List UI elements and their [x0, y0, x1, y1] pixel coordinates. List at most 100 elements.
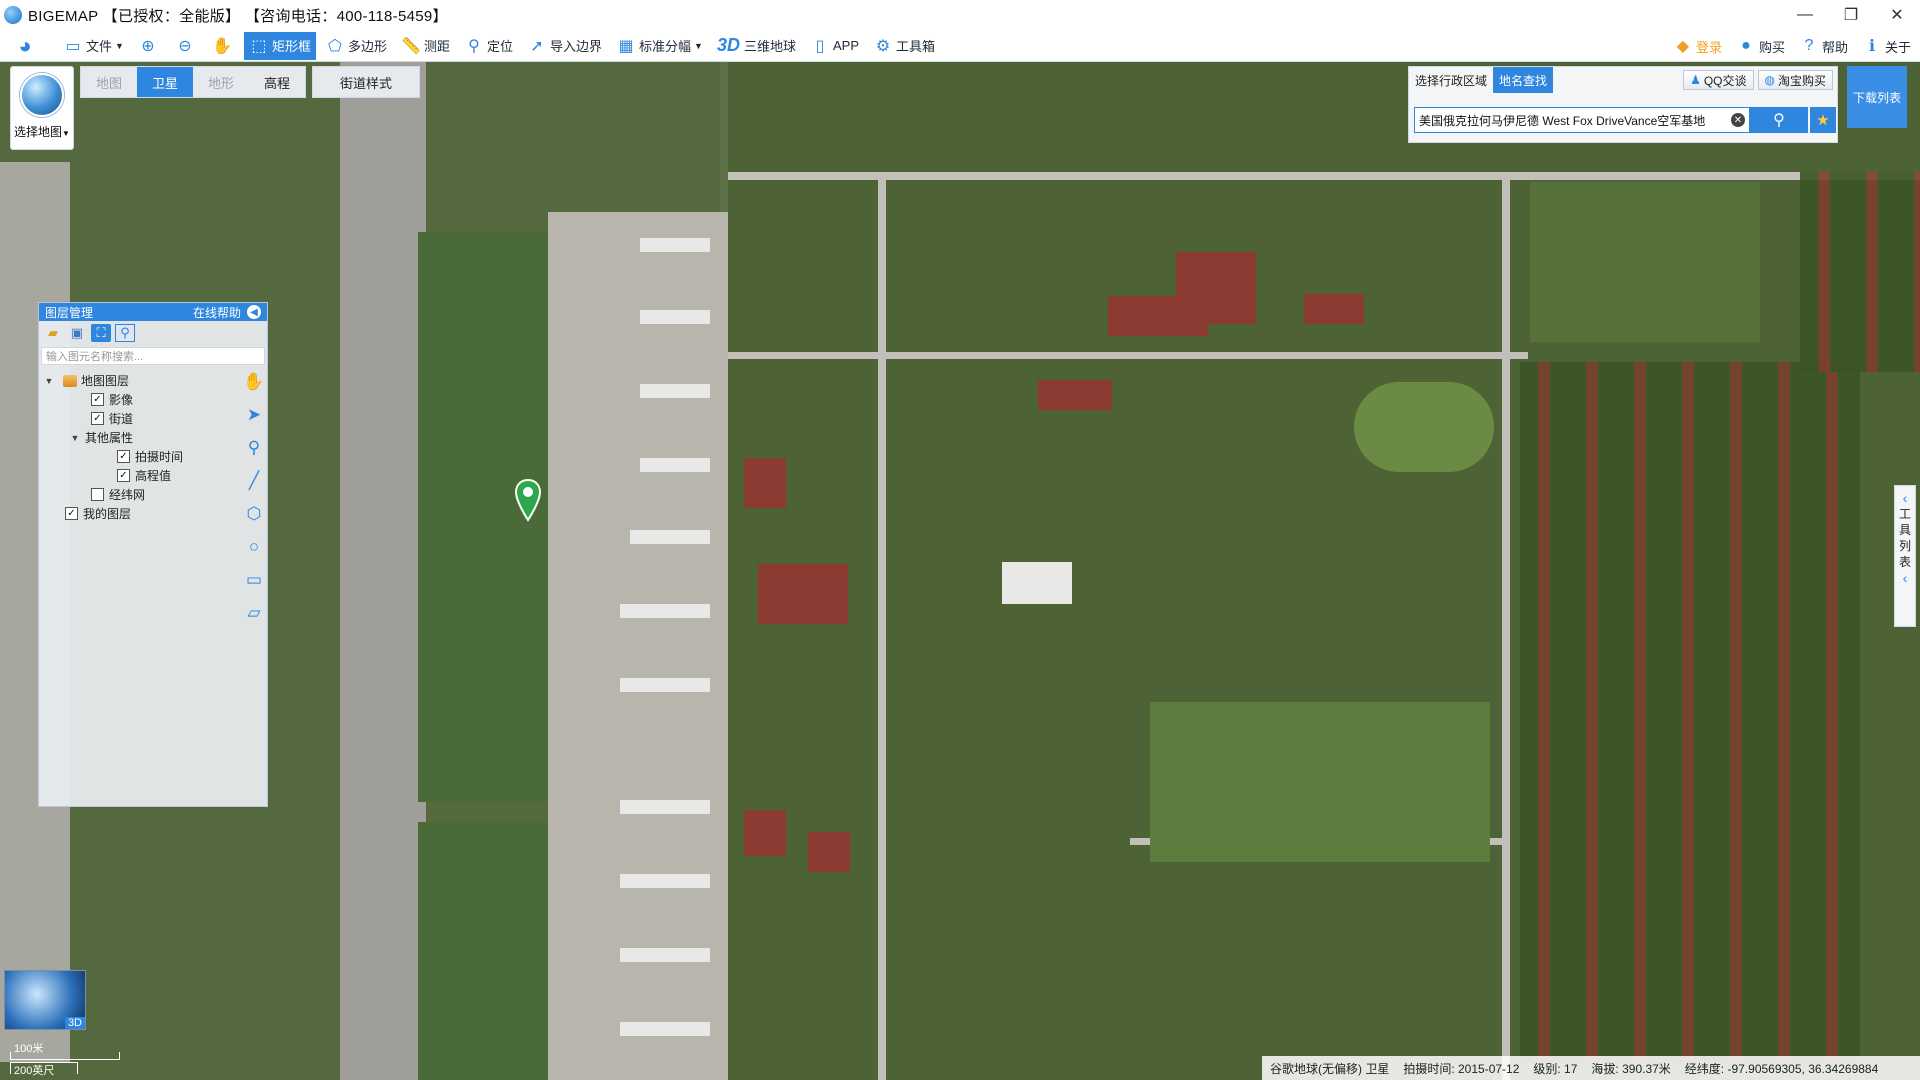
street-style-button[interactable]: 街道样式	[312, 66, 420, 98]
satellite-map-canvas[interactable]	[0, 62, 1920, 1080]
help-button[interactable]: ? 帮助	[1794, 32, 1853, 60]
tree-node-capture-time[interactable]: ✓ 拍摄时间	[39, 447, 267, 466]
save-icon[interactable]: ▣	[67, 324, 87, 342]
about-button[interactable]: ℹ 关于	[1857, 32, 1916, 60]
expand-arrow-icon[interactable]: ▼	[43, 376, 55, 386]
collapse-icon[interactable]: ◀	[247, 305, 261, 319]
minimize-button[interactable]: —	[1782, 0, 1828, 30]
layer-search-input[interactable]: 输入图元名称搜索...	[41, 347, 265, 365]
folder-icon: ▭	[65, 37, 81, 55]
scale-imperial-label: 200英尺	[14, 1065, 55, 1077]
draw-circle-icon[interactable]: ○	[243, 534, 265, 559]
rectangle-select-label: 矩形框	[271, 39, 311, 54]
checkbox-graticule[interactable]	[91, 488, 104, 501]
minimap-globe[interactable]: 3D	[4, 970, 86, 1030]
tree-node-streets[interactable]: ✓ 街道	[39, 409, 267, 428]
tree-node-other-props[interactable]: ▼ 其他属性	[39, 428, 267, 447]
tab-place-search[interactable]: 地名查找	[1493, 67, 1554, 93]
login-button[interactable]: ◆ 登录	[1668, 32, 1727, 60]
expand-arrow-icon[interactable]: ▼	[69, 433, 81, 443]
pan-button[interactable]: ✋	[207, 32, 240, 60]
tree-node-imagery[interactable]: ✓ 影像	[39, 390, 267, 409]
app-logo-icon	[4, 6, 22, 24]
tree-node-elevation[interactable]: ✓ 高程值	[39, 466, 267, 485]
restore-button[interactable]: ❐	[1828, 0, 1874, 30]
toolbox-label: 工具箱	[896, 39, 936, 54]
search-icon[interactable]: ⚲	[115, 324, 135, 342]
tool-list-tab[interactable]: ‹ 工 具 列 表 ‹	[1894, 485, 1916, 627]
rectangle-select-button[interactable]: ⬚ 矩形框	[243, 31, 316, 60]
tab-select-region[interactable]: 选择行政区域	[1409, 67, 1493, 93]
3d-toggle[interactable]: 3D	[64, 1017, 85, 1029]
file-menu[interactable]: ▭ 文件 ▼	[58, 32, 129, 60]
checkbox-imagery[interactable]: ✓	[91, 393, 104, 406]
layer-tree: ▼ 地图图层 ✓ 影像 ✓ 街道 ▼ 其他属性 ✓ 拍摄时间 ✓ 高程值 经纬网	[39, 367, 267, 523]
app-button[interactable]: ▯ APP	[805, 32, 864, 60]
map-hangar	[620, 604, 710, 618]
toolbox-button[interactable]: ⚙ 工具箱	[868, 32, 940, 60]
login-icon: ◆	[1676, 38, 1690, 55]
locate-label: 定位	[486, 39, 513, 54]
layer-panel-header: 图层管理 在线帮助 ◀	[39, 303, 267, 321]
window-controls: — ❐ ✕	[1782, 0, 1920, 30]
tab-map[interactable]: 地图	[81, 67, 137, 97]
tree-node-my-layers[interactable]: ✓ 我的图层	[39, 504, 267, 523]
tool-list-char: 表	[1898, 555, 1911, 569]
measure-button[interactable]: 📏 测距	[396, 32, 455, 60]
polygon-button[interactable]: ⬠ 多边形	[320, 32, 392, 60]
clear-icon[interactable]: ✕	[1731, 113, 1745, 127]
draw-polygon-icon[interactable]: ⬡	[243, 501, 265, 526]
tree-node-map-layers[interactable]: ▼ 地图图层	[39, 371, 267, 390]
checkbox-streets[interactable]: ✓	[91, 412, 104, 425]
import-boundary-button[interactable]: ➚ 导入边界	[522, 32, 607, 60]
map-hangar	[620, 800, 710, 814]
polygon-label: 多边形	[347, 39, 387, 54]
draw-rectangle-icon[interactable]: ▭	[243, 567, 265, 592]
bigemap-logo-icon[interactable]: ◕	[6, 32, 44, 60]
select-map-button[interactable]: 选择地图▼	[10, 66, 74, 150]
chevron-left-icon[interactable]: ‹	[1903, 490, 1908, 506]
draw-line-icon[interactable]: ╱	[243, 468, 265, 493]
standard-grid-button[interactable]: ▦ 标准分幅 ▼	[611, 32, 708, 60]
location-marker-icon[interactable]	[514, 478, 542, 522]
checkbox-capture-time[interactable]: ✓	[117, 450, 130, 463]
layer-panel-tools: ▰ ▣ ⛶ ⚲	[39, 321, 267, 345]
scale-bar: 100米 200英尺	[10, 1042, 122, 1077]
download-list-button[interactable]: 下载列表	[1847, 66, 1907, 128]
buy-icon: ●	[1741, 37, 1751, 54]
open-folder-icon[interactable]: ▰	[43, 324, 63, 342]
3d-globe-button[interactable]: 3D 三维地球	[712, 32, 801, 60]
taobao-buy-button[interactable]: ◍ 淘宝购买	[1757, 70, 1833, 90]
status-source: 谷歌地球(无偏移) 卫星	[1270, 1061, 1390, 1076]
zoom-out-button[interactable]: ⊖	[170, 32, 203, 60]
map-type-tabs: 地图 卫星 地形 高程	[80, 66, 306, 98]
fit-extent-icon[interactable]: ⛶	[91, 324, 111, 342]
tab-elevation[interactable]: 高程	[249, 67, 305, 97]
tree-node-graticule[interactable]: 经纬网	[39, 485, 267, 504]
search-query-text: 美国俄克拉何马伊尼德 West Fox DriveVance空军基地	[1419, 113, 1706, 128]
help-icon: ?	[1804, 37, 1814, 54]
place-marker-icon[interactable]: ⚲	[243, 435, 265, 460]
map-road	[1502, 172, 1510, 1080]
chevron-left-icon[interactable]: ‹	[1903, 570, 1908, 586]
tab-terrain[interactable]: 地形	[193, 67, 249, 97]
qq-chat-button[interactable]: ♟ QQ交谈	[1683, 70, 1754, 90]
search-button[interactable]: ⚲	[1750, 107, 1808, 133]
locate-button[interactable]: ⚲ 定位	[459, 32, 518, 60]
online-help-link[interactable]: 在线帮助	[193, 304, 241, 321]
buy-button[interactable]: ● 购买	[1731, 32, 1790, 60]
checkbox-elevation[interactable]: ✓	[117, 469, 130, 482]
tab-satellite[interactable]: 卫星	[137, 67, 193, 97]
hand-pan-icon[interactable]: ✋	[243, 369, 265, 394]
ruler-icon: 📏	[401, 37, 421, 55]
pointer-icon[interactable]: ➤	[243, 402, 265, 427]
measure-ruler-icon[interactable]: ▱	[243, 600, 265, 625]
place-search-input[interactable]: 美国俄克拉何马伊尼德 West Fox DriveVance空军基地 ✕	[1414, 107, 1750, 133]
search-row: 美国俄克拉何马伊尼德 West Fox DriveVance空军基地 ✕ ⚲ ★	[1414, 107, 1836, 133]
close-button[interactable]: ✕	[1874, 0, 1920, 30]
search-icon: ⚲	[1773, 112, 1785, 129]
zoom-in-button[interactable]: ⊕	[133, 32, 166, 60]
hand-pan-icon: ✋	[211, 37, 232, 55]
checkbox-my-layers[interactable]: ✓	[65, 507, 78, 520]
favorite-star-icon[interactable]: ★	[1810, 107, 1836, 133]
